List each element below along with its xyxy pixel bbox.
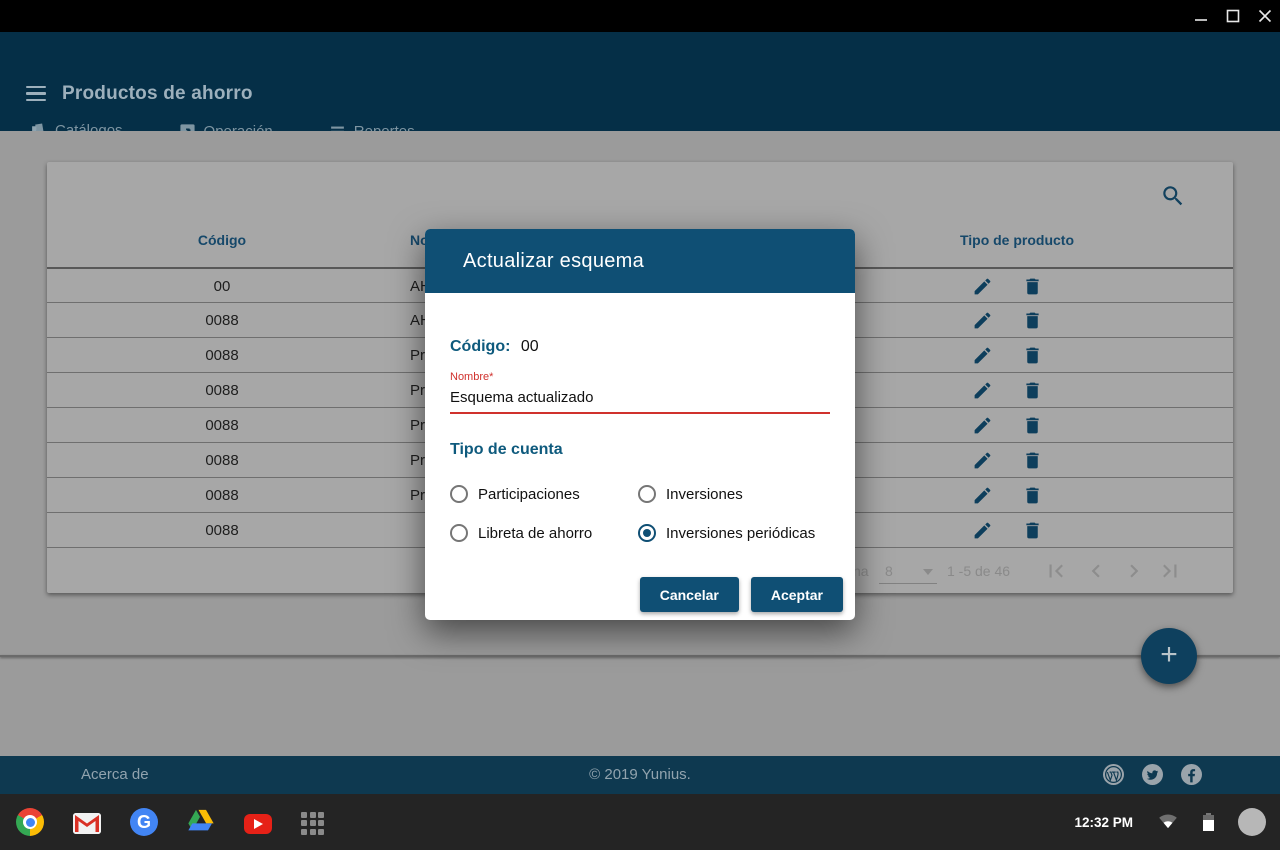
page-title: Productos de ahorro	[62, 83, 253, 105]
nombre-input[interactable]	[450, 385, 830, 414]
app-header: Productos de ahorro Catálogos Operación …	[0, 32, 1280, 131]
radio-circle-icon	[638, 485, 656, 503]
cell-nombre: Pr	[410, 382, 425, 399]
delete-icon[interactable]	[1022, 345, 1043, 366]
delete-icon[interactable]	[1022, 310, 1043, 331]
search-icon[interactable]	[1160, 183, 1186, 209]
nombre-field-label: Nombre*	[450, 371, 493, 383]
window-titlebar	[0, 0, 1280, 32]
shelf-app-icons: G	[16, 794, 324, 850]
cell-codigo: 0088	[167, 487, 277, 504]
social-links	[1103, 764, 1202, 785]
delete-icon[interactable]	[1022, 276, 1043, 297]
dialog-title: Actualizar esquema	[463, 250, 644, 273]
cell-codigo: 0088	[167, 522, 277, 539]
pagination-range-label: 1 -5 de 46	[947, 563, 1010, 579]
avatar[interactable]	[1238, 808, 1266, 836]
last-page-icon[interactable]	[1157, 558, 1183, 584]
close-button[interactable]	[1258, 9, 1272, 23]
cell-nombre: Pr	[410, 347, 425, 364]
cell-nombre: Pr	[410, 487, 425, 504]
tipo-de-cuenta-label: Tipo de cuenta	[450, 441, 563, 459]
shelf-status-area[interactable]: 12:32 PM	[1074, 794, 1266, 850]
codigo-label: Código:	[450, 338, 510, 355]
chevron-down-icon	[923, 569, 933, 575]
radio-circle-icon	[450, 524, 468, 542]
app-footer: Acerca de © 2019 Yunius.	[0, 756, 1280, 794]
minimize-button[interactable]	[1194, 9, 1208, 23]
radio-inversiones[interactable]: Inversiones	[638, 485, 743, 503]
hamburger-menu-icon[interactable]	[26, 86, 46, 101]
edit-icon[interactable]	[972, 415, 993, 436]
battery-icon	[1203, 813, 1214, 831]
radio-inversiones-periodicas[interactable]: Inversiones periódicas	[638, 524, 815, 542]
drive-icon[interactable]	[187, 808, 215, 836]
accept-button[interactable]: Aceptar	[751, 577, 843, 612]
edit-icon[interactable]	[972, 485, 993, 506]
wordpress-icon[interactable]	[1103, 764, 1124, 785]
maximize-button[interactable]	[1226, 9, 1240, 23]
items-per-page-label: na	[853, 563, 869, 579]
gmail-icon[interactable]	[73, 813, 101, 834]
cell-codigo: 0088	[167, 382, 277, 399]
dialog-body: Código: 00 Nombre* Tipo de cuenta Partic…	[425, 293, 855, 620]
delete-icon[interactable]	[1022, 415, 1043, 436]
cancel-button[interactable]: Cancelar	[640, 577, 739, 612]
plus-icon: +	[1160, 640, 1178, 670]
cell-nombre: Pr	[410, 452, 425, 469]
page-size-select[interactable]: 8	[879, 563, 937, 584]
add-scheme-fab[interactable]: +	[1141, 628, 1197, 684]
previous-page-icon[interactable]	[1083, 558, 1109, 584]
google-icon[interactable]: G	[130, 808, 158, 836]
cell-nombre: Pr	[410, 417, 425, 434]
first-page-icon[interactable]	[1043, 558, 1069, 584]
edit-icon[interactable]	[972, 450, 993, 471]
cell-codigo: 00	[167, 278, 277, 295]
screen: Productos de ahorro Catálogos Operación …	[0, 0, 1280, 850]
delete-icon[interactable]	[1022, 450, 1043, 471]
edit-icon[interactable]	[972, 520, 993, 541]
dialog-header: Actualizar esquema	[425, 229, 855, 293]
radio-libreta-de-ahorro[interactable]: Libreta de ahorro	[450, 524, 592, 542]
column-header-codigo: Código	[167, 232, 277, 248]
window-controls	[1194, 0, 1272, 32]
codigo-line: Código: 00	[450, 338, 539, 356]
chrome-icon[interactable]	[16, 808, 44, 836]
apps-grid-icon[interactable]	[301, 812, 324, 835]
cell-codigo: 0088	[167, 312, 277, 329]
delete-icon[interactable]	[1022, 485, 1043, 506]
delete-icon[interactable]	[1022, 520, 1043, 541]
cell-codigo: 0088	[167, 347, 277, 364]
edit-icon[interactable]	[972, 345, 993, 366]
edit-icon[interactable]	[972, 276, 993, 297]
cell-codigo: 0088	[167, 417, 277, 434]
youtube-icon[interactable]	[244, 814, 272, 834]
os-shelf: G 12:32 PM	[0, 794, 1280, 850]
delete-icon[interactable]	[1022, 380, 1043, 401]
twitter-icon[interactable]	[1142, 764, 1163, 785]
clock: 12:32 PM	[1074, 815, 1133, 830]
facebook-icon[interactable]	[1181, 764, 1202, 785]
radio-participaciones[interactable]: Participaciones	[450, 485, 580, 503]
column-header-tipo-producto: Tipo de producto	[927, 232, 1107, 248]
copyright-text: © 2019 Yunius.	[0, 766, 1280, 783]
section-divider	[0, 655, 1280, 657]
update-scheme-dialog: Actualizar esquema Código: 00 Nombre* Ti…	[425, 229, 855, 620]
wifi-icon	[1157, 811, 1179, 834]
edit-icon[interactable]	[972, 310, 993, 331]
codigo-value: 00	[521, 338, 539, 355]
next-page-icon[interactable]	[1121, 558, 1147, 584]
edit-icon[interactable]	[972, 380, 993, 401]
radio-circle-icon	[638, 524, 656, 542]
cell-codigo: 0088	[167, 452, 277, 469]
radio-circle-icon	[450, 485, 468, 503]
dialog-actions: Cancelar Aceptar	[640, 577, 843, 612]
